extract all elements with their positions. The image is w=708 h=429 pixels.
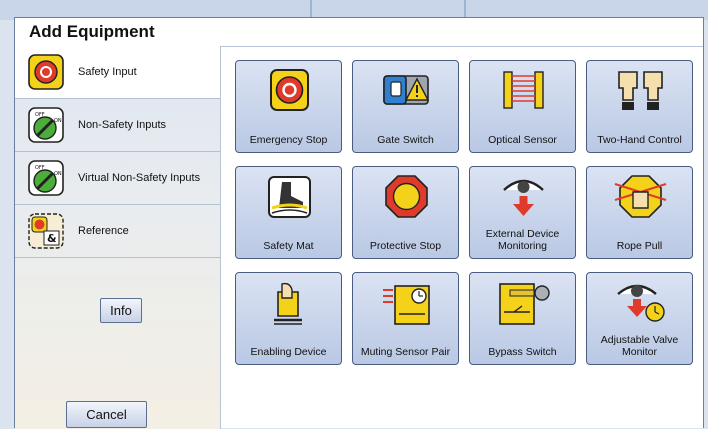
dialog-title: Add Equipment <box>29 22 155 41</box>
adjustable-valve-monitor-icon <box>617 284 665 322</box>
equipment-tile-protective-stop[interactable]: Protective Stop <box>352 166 459 259</box>
sidebar-item-non-safety-inputs[interactable]: OFF ON Non-Safety Inputs <box>15 99 220 152</box>
equipment-tile-safety-mat[interactable]: Safety Mat <box>235 166 342 259</box>
tile-label: Muting Sensor Pair <box>360 346 451 358</box>
tile-label: Optical Sensor <box>488 134 557 146</box>
optical-sensor-icon <box>503 71 544 109</box>
safety-mat-icon <box>268 176 311 218</box>
equipment-tile-optical-sensor[interactable]: Optical Sensor <box>469 60 576 153</box>
tile-label: External Device Monitoring <box>485 228 560 252</box>
tile-label: Gate Switch <box>377 134 434 146</box>
category-sidebar: Safety Input OFF ON Non-Safety Inputs OF… <box>15 46 221 429</box>
add-equipment-dialog: Add Equipment Safety Input OFF ON Non-Sa… <box>14 17 704 429</box>
protective-stop-icon <box>385 175 428 218</box>
dialog-titlebar: Add Equipment <box>15 18 703 47</box>
bypass-switch-icon <box>499 283 550 325</box>
off-on-switch-icon: OFF ON <box>28 160 64 196</box>
tile-label: Two-Hand Control <box>597 134 682 146</box>
equipment-tile-two-hand-control[interactable]: Two-Hand Control <box>586 60 693 153</box>
tile-label: Rope Pull <box>616 240 663 252</box>
switch-off-text: OFF <box>35 165 45 171</box>
equipment-tile-enabling-device[interactable]: Enabling Device <box>235 272 342 365</box>
sidebar-item-reference[interactable]: & Reference <box>15 205 220 258</box>
external-device-monitoring-icon <box>503 179 544 216</box>
reference-icon: & <box>28 213 64 249</box>
sidebar-item-label: Virtual Non-Safety Inputs <box>78 172 201 184</box>
tile-label: Safety Mat <box>263 240 314 252</box>
equipment-tile-bypass-switch[interactable]: Bypass Switch <box>469 272 576 365</box>
switch-on-text: ON <box>54 118 62 124</box>
equipment-tile-rope-pull[interactable]: Rope Pull <box>586 166 693 259</box>
tile-label: Enabling Device <box>250 346 327 358</box>
enabling-device-icon <box>274 282 302 325</box>
tile-label: Adjustable Valve Monitor <box>600 334 679 358</box>
rope-pull-icon <box>614 175 667 218</box>
sidebar-item-virtual-non-safety-inputs[interactable]: OFF ON Virtual Non-Safety Inputs <box>15 152 220 205</box>
switch-off-text: OFF <box>35 112 45 118</box>
switch-on-text: ON <box>54 171 62 177</box>
info-button[interactable]: Info <box>100 298 142 323</box>
tile-label: Protective Stop <box>369 240 442 252</box>
sidebar-item-safety-input[interactable]: Safety Input <box>15 46 220 99</box>
sidebar-item-label: Safety Input <box>78 66 137 78</box>
sidebar-item-label: Non-Safety Inputs <box>78 119 167 131</box>
tile-label: Emergency Stop <box>249 134 328 146</box>
off-on-switch-icon: OFF ON <box>28 107 64 143</box>
gate-switch-icon <box>383 75 430 105</box>
tile-label: Bypass Switch <box>488 346 557 358</box>
equipment-tile-emergency-stop[interactable]: Emergency Stop <box>235 60 342 153</box>
muting-sensor-pair-icon <box>383 285 430 325</box>
equipment-tile-muting-sensor-pair[interactable]: Muting Sensor Pair <box>352 272 459 365</box>
equipment-tile-adjustable-valve-monitor[interactable]: Adjustable Valve Monitor <box>586 272 693 365</box>
cancel-button[interactable]: Cancel <box>66 401 147 428</box>
equipment-tile-external-device-monitoring[interactable]: External Device Monitoring <box>469 166 576 259</box>
two-hand-control-icon <box>618 71 663 110</box>
sidebar-item-label: Reference <box>78 225 129 237</box>
emergency-stop-icon <box>28 54 64 90</box>
emergency-stop-icon <box>270 69 309 111</box>
reference-symbol: & <box>47 232 57 245</box>
equipment-tile-gate-switch[interactable]: Gate Switch <box>352 60 459 153</box>
